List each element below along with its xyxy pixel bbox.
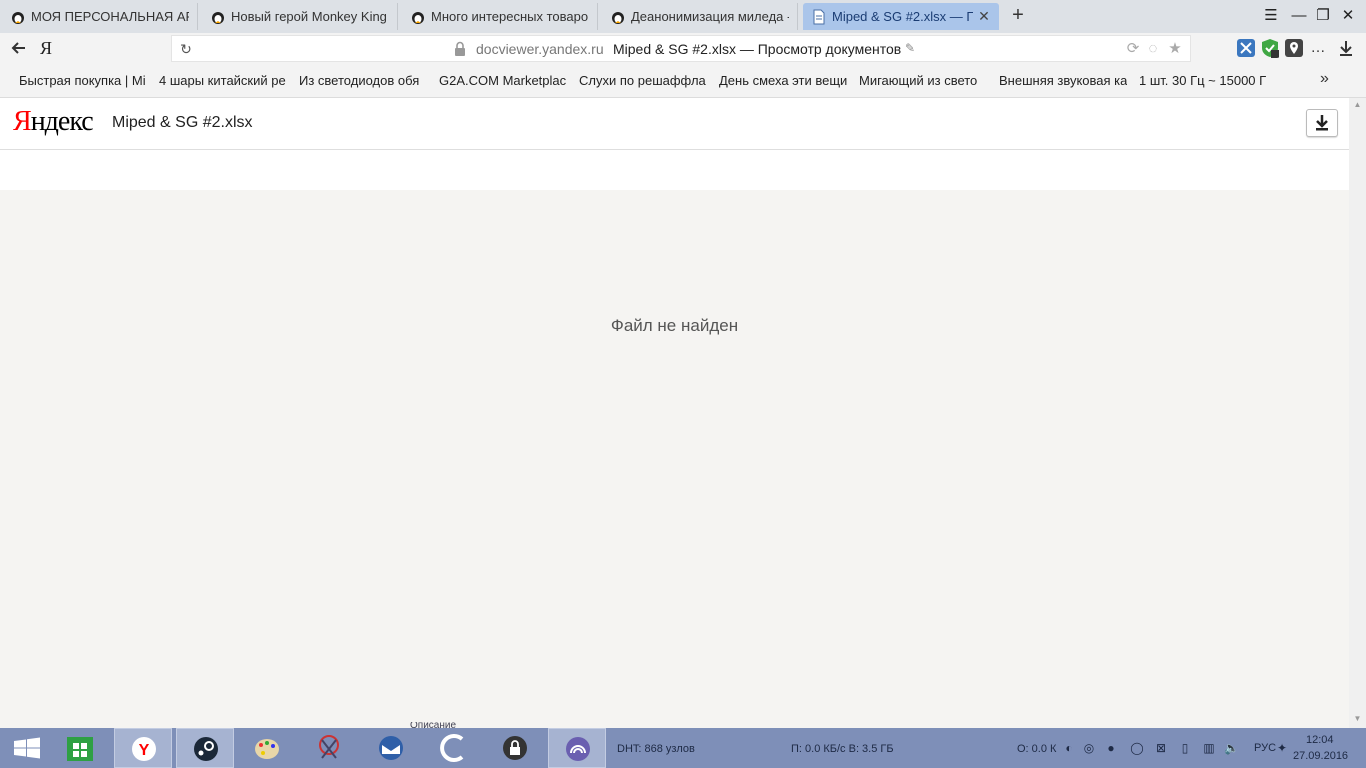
tray-opera-icon[interactable]: ◯ <box>1130 741 1144 755</box>
paint-palette-icon <box>255 739 279 759</box>
address-domain: docviewer.yandex.ru <box>476 41 604 57</box>
tray-device-icon[interactable]: ▯ <box>1178 741 1192 755</box>
clock-date[interactable]: 27.09.2016 <box>1293 750 1348 762</box>
tab-3[interactable]: Много интересных товаров <box>402 3 598 30</box>
bookmark-item[interactable]: Внешняя звуковая ка <box>999 73 1127 88</box>
app-c-icon <box>440 734 464 762</box>
close-tab-icon[interactable]: ✕ <box>977 8 991 25</box>
tray-twitter-icon[interactable]: ✦ <box>1275 741 1289 755</box>
taskbar-yandex-browser[interactable]: Y <box>114 728 172 768</box>
padlock-icon <box>503 736 527 760</box>
bookmark-item[interactable]: День смеха эти вещи <box>719 73 847 88</box>
clock-time[interactable]: 12:04 <box>1306 734 1334 746</box>
scroll-up-icon[interactable]: ▲ <box>1349 100 1366 112</box>
edit-pencil-icon[interactable]: ✎ <box>905 41 919 57</box>
tab-1[interactable]: МОЯ ПЕРСОНАЛЬНАЯ АРМ <box>2 3 198 30</box>
bookmark-item[interactable]: Слухи по решаффла <box>579 73 707 88</box>
download-button[interactable] <box>1306 109 1338 137</box>
back-button[interactable] <box>8 37 30 59</box>
input-language-indicator[interactable]: РУС <box>1254 742 1276 754</box>
taskbar-thunderbird[interactable] <box>362 728 420 768</box>
document-viewer-page: Яндекс Miped & SG #2.xlsx Файл не найден <box>0 98 1349 728</box>
document-name: Miped & SG #2.xlsx <box>112 114 253 131</box>
yandex-home-button[interactable]: Я <box>40 37 56 59</box>
file-not-found-message: Файл не найден <box>610 316 739 335</box>
tray-volume-icon[interactable]: 🔈 <box>1224 741 1239 755</box>
bookmarks-bar: Быстрая покупка | Mi 4 шары китайский ре… <box>0 64 1366 98</box>
viewer-header: Яндекс Miped & SG #2.xlsx <box>0 98 1349 150</box>
taskbar-bittorrent[interactable] <box>548 728 606 768</box>
restore-icon[interactable]: ❐ <box>1311 6 1335 26</box>
more-extensions-button[interactable]: … <box>1308 38 1328 58</box>
tab-2[interactable]: Новый герой Monkey King <box>202 3 398 30</box>
yandex-logo[interactable]: Яндекс <box>13 106 94 138</box>
viewer-toolbar <box>0 150 1349 190</box>
windows-logo-icon <box>14 737 40 759</box>
tab-4[interactable]: Деанонимизация миледа - <box>602 3 798 30</box>
download-icon <box>1316 115 1328 131</box>
bookmark-item[interactable]: 4 шары китайский ре <box>159 73 287 88</box>
minimize-icon[interactable]: — <box>1287 6 1311 26</box>
tray-app-icon[interactable]: ◐ <box>1062 741 1076 755</box>
scroll-down-icon[interactable]: ▼ <box>1349 714 1366 726</box>
sync-icon[interactable]: ⟳ <box>1124 40 1142 58</box>
thunderbird-icon <box>379 736 403 760</box>
bittorrent-icon <box>566 737 590 761</box>
tray-steam-icon[interactable]: ● <box>1104 741 1118 755</box>
start-button[interactable] <box>0 728 58 768</box>
tray-torrent-icon[interactable]: ◎ <box>1082 741 1096 755</box>
bookmark-item[interactable]: G2A.COM Marketplac <box>439 73 567 88</box>
yandex-browser-icon: Y <box>132 737 156 761</box>
store-icon <box>67 737 93 761</box>
location-pin-icon[interactable] <box>1284 38 1304 58</box>
downloads-icon[interactable] <box>1336 38 1356 58</box>
extension-tools-icon[interactable] <box>1236 38 1256 58</box>
steam-icon <box>194 737 218 761</box>
arrow-left-icon <box>11 42 25 54</box>
torrent-speed-status: О: 0.0 К <box>1017 743 1057 755</box>
tab-label: Miped & SG #2.xlsx — Пр <box>832 9 973 24</box>
address-bar[interactable]: ↻ docviewer.yandex.ru Miped & SG #2.xlsx… <box>171 35 1191 62</box>
tab-label: Деанонимизация миледа - <box>631 9 789 24</box>
taskbar-paint[interactable] <box>238 728 296 768</box>
document-favicon-icon <box>813 9 825 24</box>
tray-network-icon[interactable]: ▥ <box>1202 741 1216 755</box>
taskbar-steam[interactable] <box>176 728 234 768</box>
tab-5-active[interactable]: Miped & SG #2.xlsx — Пр ✕ <box>803 3 999 30</box>
bookmark-item[interactable]: Мигающий из свето <box>859 73 987 88</box>
torrent-transfer-status: П: 0.0 КБ/с В: 3.5 ГБ <box>791 743 894 755</box>
penguin-favicon-icon <box>612 11 624 24</box>
tab-label: Новый герой Monkey King <box>231 9 387 24</box>
address-page-title: Miped & SG #2.xlsx — Просмотр документов <box>613 41 902 57</box>
bookmark-star-icon[interactable]: ★ <box>1166 40 1184 58</box>
taskbar-lock-app[interactable] <box>486 728 544 768</box>
penguin-favicon-icon <box>412 11 424 24</box>
navigation-bar: Я ↻ docviewer.yandex.ru Miped & SG #2.xl… <box>0 33 1366 64</box>
tray-blocked-icon[interactable]: ⊠ <box>1154 741 1168 755</box>
tab-strip: МОЯ ПЕРСОНАЛЬНАЯ АРМ Новый герой Monkey … <box>0 0 1366 33</box>
browser-menu-icon[interactable]: ☰ <box>1259 6 1283 26</box>
scissors-icon <box>319 735 339 759</box>
lock-icon <box>455 41 465 56</box>
close-window-icon[interactable]: ✕ <box>1336 6 1360 26</box>
torrent-dht-status: DHT: 868 узлов <box>617 743 695 755</box>
penguin-favicon-icon <box>12 11 24 24</box>
bookmark-item[interactable]: Быстрая покупка | Mi <box>19 73 147 88</box>
penguin-favicon-icon <box>212 11 224 24</box>
bookmarks-more-button[interactable]: » <box>1320 70 1336 88</box>
taskbar-snipping-tool[interactable] <box>300 728 358 768</box>
windows-taskbar: Описание Y DHT: 868 узлов П: 0.0 КБ/с В:… <box>0 722 1366 768</box>
tab-label: Много интересных товаров <box>431 9 589 24</box>
tab-label: МОЯ ПЕРСОНАЛЬНАЯ АРМ <box>31 9 189 24</box>
page-scrollbar[interactable]: ▲ ▼ <box>1349 98 1366 728</box>
lightbulb-icon[interactable]: ◌ <box>1144 40 1162 58</box>
svg-text:Y: Y <box>139 742 150 759</box>
reload-icon[interactable]: ↻ <box>178 40 194 58</box>
taskbar-cortana-app[interactable] <box>424 728 482 768</box>
new-tab-button[interactable]: + <box>1007 5 1029 27</box>
bookmark-item[interactable]: 1 шт. 30 Гц ~ 15000 Г <box>1139 73 1267 88</box>
taskbar-store[interactable] <box>52 728 110 768</box>
adblock-shield-icon[interactable] <box>1260 38 1280 58</box>
bookmark-item[interactable]: Из светодиодов обя <box>299 73 427 88</box>
